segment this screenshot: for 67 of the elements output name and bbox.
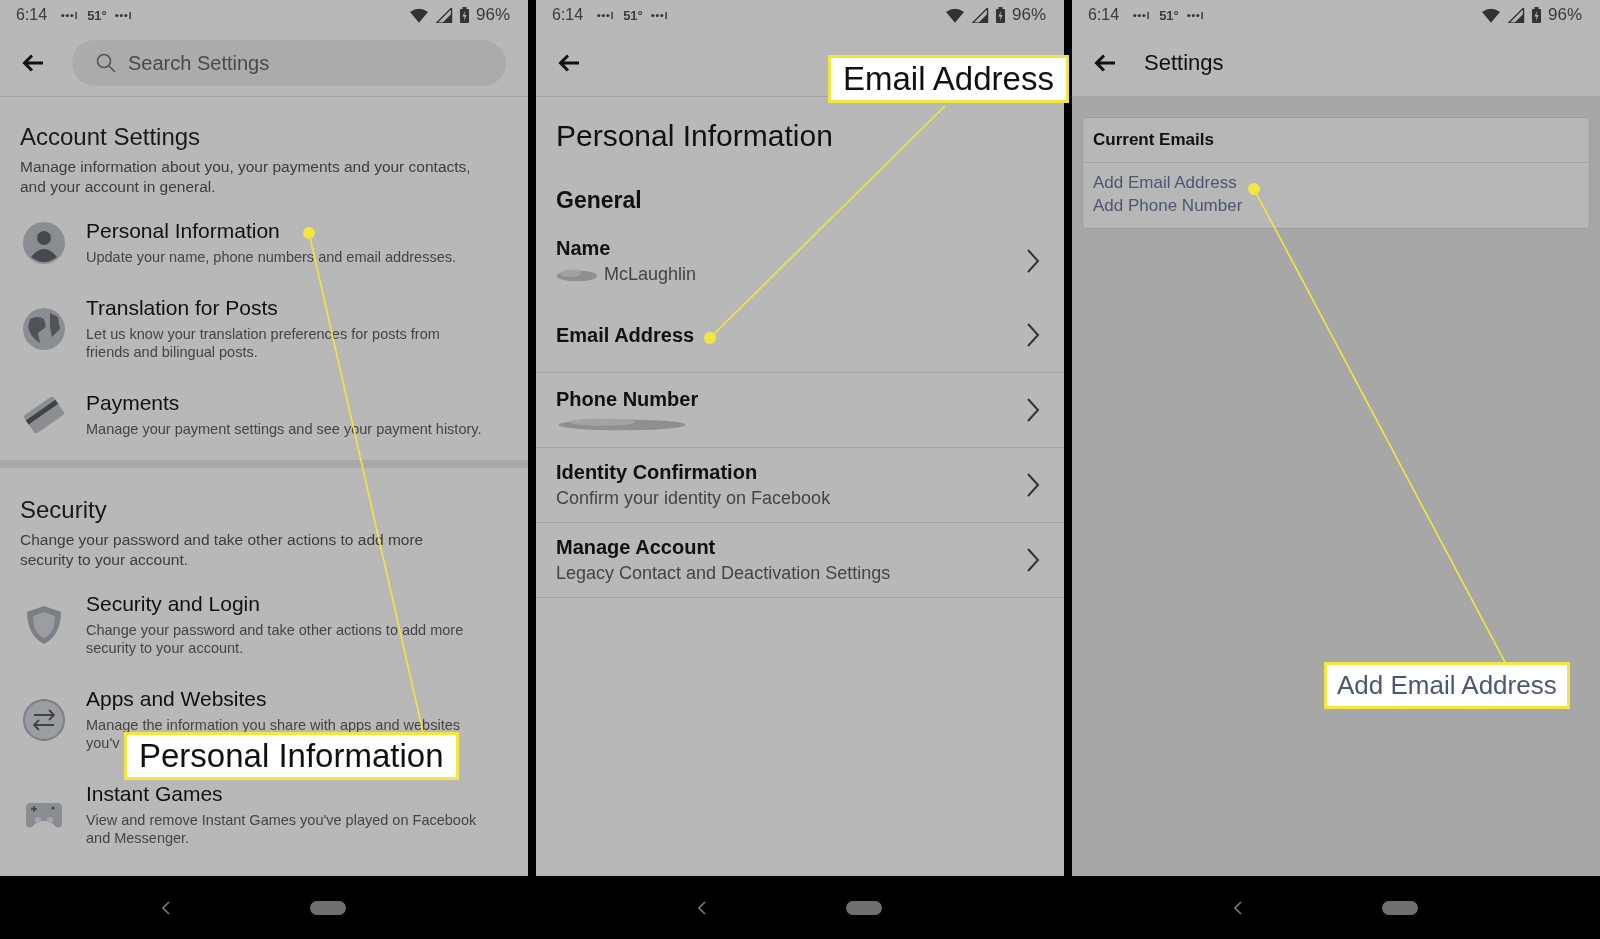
callout-label: Email Address <box>828 55 1069 103</box>
status-time: 6:14 <box>1088 6 1120 24</box>
battery-percent: 96% <box>1011 5 1046 25</box>
setting-title[interactable]: Security and Login <box>86 592 260 616</box>
section-title: General <box>555 186 643 215</box>
card-title: Current Emails <box>1083 118 1589 163</box>
callout-dot <box>303 227 315 239</box>
card-link[interactable]: Add Email Address <box>1093 173 1237 193</box>
callout-dot <box>704 332 716 344</box>
chevron-icon <box>1026 472 1040 498</box>
setting-description: View and remove Instant Games you've played on Facebook and Messenger. <box>86 811 477 847</box>
info-row[interactable]: Name McLaughlin <box>536 224 1064 298</box>
home-pill[interactable] <box>1382 900 1418 915</box>
setting-title[interactable]: Translation for Posts <box>86 296 278 320</box>
section-title: Security <box>20 496 108 524</box>
setting-title[interactable]: Apps and Websites <box>86 687 267 711</box>
section-description: Manage information about you, your payments and your contacts, and your account in general. <box>20 157 472 197</box>
cell-signal-icon <box>1506 7 1525 23</box>
nav-back-icon[interactable] <box>1234 900 1242 915</box>
cell-signal-icon <box>434 7 453 23</box>
info-row[interactable]: Manage Account Legacy Contact and Deactivation Settings <box>536 523 1064 598</box>
chevron-icon <box>1026 248 1040 274</box>
battery-icon <box>459 7 469 23</box>
page-title: Settings <box>1144 50 1224 76</box>
battery-percent: 96% <box>1547 5 1582 25</box>
back-arrow-icon[interactable] <box>22 54 44 72</box>
chevron-icon <box>1026 322 1040 348</box>
back-arrow-icon[interactable] <box>558 54 580 72</box>
person-icon <box>22 220 66 265</box>
temperature-text: 51° <box>623 7 643 23</box>
chevron-icon <box>1026 547 1040 573</box>
setting-description: Change your password and take other actions to add more security to your account. <box>86 621 464 657</box>
card-link[interactable]: Add Phone Number <box>1093 196 1243 216</box>
nav-back-icon[interactable] <box>162 900 170 915</box>
chevron-icon <box>1026 397 1040 423</box>
search-icon <box>96 53 116 73</box>
status-time: 6:14 <box>552 6 584 24</box>
info-row[interactable]: Phone Number <box>536 373 1064 448</box>
nav-back-icon[interactable] <box>698 900 706 915</box>
signal-dots-icon <box>649 10 670 20</box>
setting-title[interactable]: Payments <box>86 391 180 415</box>
cell-signal-icon <box>970 7 989 23</box>
setting-title[interactable]: Personal Information <box>86 219 280 243</box>
battery-percent: 96% <box>475 5 510 25</box>
callout-label: Add Email Address <box>1324 662 1570 709</box>
wifi-icon <box>1481 7 1500 23</box>
setting-title[interactable]: Instant Games <box>86 782 223 806</box>
battery-icon <box>995 7 1005 23</box>
section-title: Account Settings <box>20 123 202 151</box>
back-arrow-icon[interactable] <box>1094 54 1116 72</box>
search-field[interactable]: Search Settings <box>72 40 506 86</box>
globe-icon <box>22 306 66 351</box>
swap-arrows-icon <box>22 697 66 742</box>
status-time: 6:14 <box>16 6 48 24</box>
setting-description: Update your name, phone numbers and email addresses. <box>86 248 456 266</box>
temperature-text: 51° <box>87 7 107 23</box>
home-pill[interactable] <box>846 900 882 915</box>
page-title: Personal Information <box>555 118 834 153</box>
signal-dots-icon <box>1185 10 1206 20</box>
info-row[interactable]: Identity Confirmation Confirm your identity on Facebook <box>536 448 1064 523</box>
signal-dots-icon <box>113 10 134 20</box>
temperature-text: 51° <box>1159 7 1179 23</box>
wifi-icon <box>409 7 428 23</box>
home-pill[interactable] <box>310 900 346 915</box>
callout-dot <box>1248 183 1260 195</box>
battery-icon <box>1531 7 1541 23</box>
wifi-icon <box>945 7 964 23</box>
